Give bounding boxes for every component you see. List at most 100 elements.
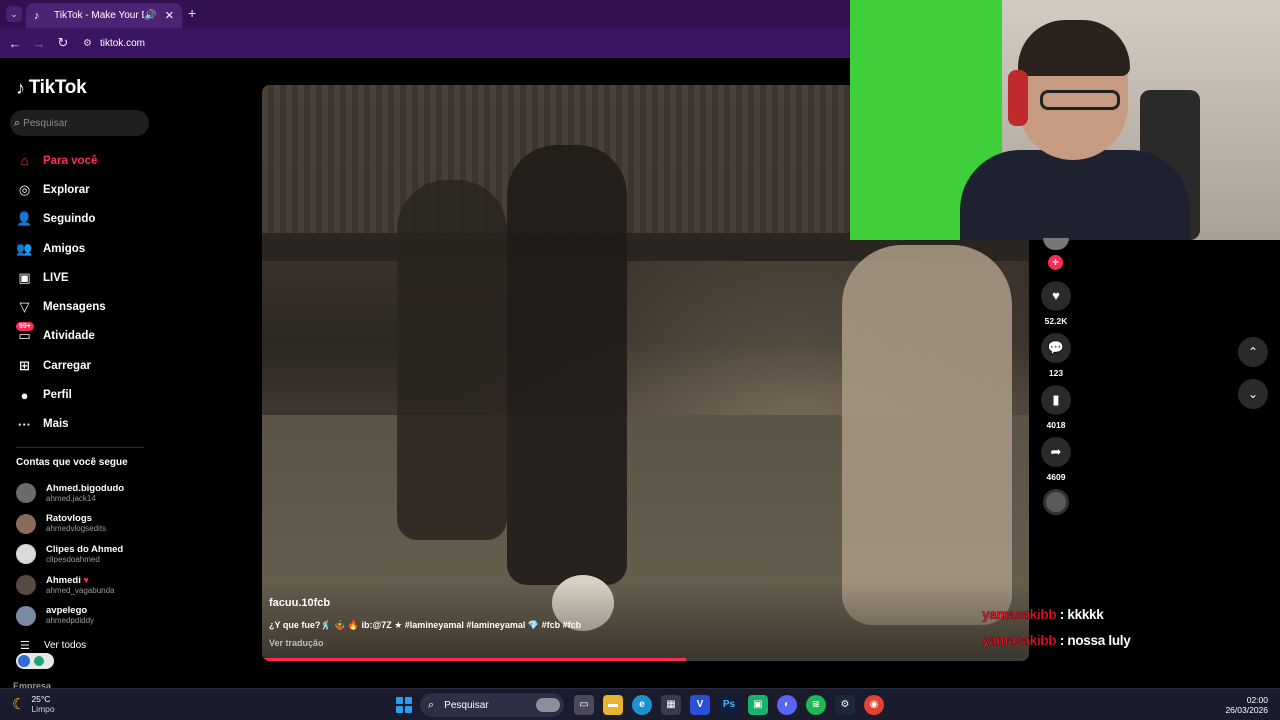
windows-taskbar: ☾ 25°C Limpo ⌕ Pesquisar ▭ ▬ e ▦ V Ps ▣ … (0, 688, 1280, 720)
menu-item-para-voce[interactable]: ⌂ Para você (16, 146, 156, 175)
forward-icon[interactable]: → (27, 36, 51, 51)
windows-start-icon[interactable] (396, 697, 412, 713)
menu-item-perfil[interactable]: ● Perfil (16, 380, 156, 409)
more-icon: ··· (18, 416, 31, 432)
see-all-link[interactable]: ☰ Ver todos (20, 639, 86, 652)
previous-video-icon[interactable]: ⌃ (1238, 337, 1268, 367)
video-author[interactable]: facuu.10fcb (269, 597, 330, 609)
sidebar-divider (16, 447, 144, 448)
menu-label: Perfil (43, 389, 72, 402)
creator-avatar[interactable] (1043, 238, 1069, 250)
extension-pill[interactable] (16, 653, 54, 669)
follow-plus-icon[interactable]: + (1048, 255, 1063, 270)
spotify-icon[interactable]: ≋ (806, 695, 826, 715)
avatar (16, 513, 36, 534)
menu-label: Para você (43, 154, 98, 167)
menu-item-explorar[interactable]: ◎ Explorar (16, 175, 156, 204)
account-item[interactable]: Ratovlogs ahmedvlogsedits (16, 509, 156, 540)
following-header: Contas que você segue (16, 457, 128, 468)
chrome-icon[interactable]: ◉ (864, 695, 884, 715)
main-menu: ⌂ Para você ◎ Explorar 👤 Seguindo 👥 Amigos ▣… (16, 146, 156, 439)
chat-message: : kkkkk (1059, 607, 1104, 622)
video-player-figure (397, 180, 507, 540)
weather-widget[interactable]: ☾ 25°C Limpo (12, 694, 55, 714)
streamer-body (960, 150, 1190, 240)
account-item[interactable]: avpelego ahmedpdiddy (16, 600, 156, 631)
chat-message: : nossa luly (1059, 633, 1131, 648)
glasses (1040, 90, 1120, 110)
translate-link[interactable]: Ver tradução (269, 638, 324, 648)
headphones-icon (1008, 70, 1028, 126)
tab-close-icon[interactable]: ✕ (165, 9, 174, 22)
steam-icon[interactable]: ⚙ (835, 695, 855, 715)
account-item[interactable]: Clipes do Ahmed clipesdoahmed (16, 539, 156, 570)
menu-item-amigos[interactable]: 👥 Amigos (16, 234, 156, 263)
site-info-icon[interactable]: ⚙ (83, 38, 92, 49)
tiktok-favicon-icon: ♪ (34, 9, 40, 22)
video-caption: ¿Y que fue?🕺 🤹 🔥 ib:@7Z ★ #lamineyamal #… (269, 620, 582, 630)
edge-icon[interactable]: e (632, 695, 652, 715)
next-video-icon[interactable]: ⌄ (1238, 379, 1268, 409)
heart-icon[interactable]: ♥ (1041, 281, 1071, 311)
video-player-figure (507, 145, 627, 585)
following-list: Ahmed.bigodudo ahmed.jack14 Ratovlogs ahme… (16, 478, 156, 631)
browser-toolbar: ← → ↻ ⚙ tiktok.com (0, 28, 850, 58)
comment-action[interactable]: 💬 123 (1041, 333, 1071, 378)
chat-username: yamasakibb (982, 633, 1057, 648)
account-handle: ahmedpdiddy (46, 616, 95, 626)
store-icon[interactable]: ▦ (661, 695, 681, 715)
save-action[interactable]: ▮ 4018 (1041, 385, 1071, 430)
avatar (16, 544, 36, 565)
menu-item-carregar[interactable]: ⊞ Carregar (16, 351, 156, 380)
back-icon[interactable]: ← (3, 36, 27, 51)
video-progress-bar[interactable] (262, 658, 1029, 661)
new-tab-icon[interactable]: + (188, 5, 196, 21)
taskbar-search[interactable]: ⌕ Pesquisar (420, 693, 564, 717)
live-icon: ▣ (18, 269, 31, 285)
file-explorer-icon[interactable]: ▬ (603, 695, 623, 715)
account-handle: ahmedvlogsedits (46, 524, 107, 534)
taskbar-apps: ▭ ▬ e ▦ V Ps ▣ ◐ ≋ ⚙ ◉ (574, 695, 893, 715)
clock-time: 02:00 (1246, 695, 1268, 705)
account-name: avpelego (46, 605, 88, 617)
menu-item-live[interactable]: ▣ LIVE (16, 263, 156, 292)
share-icon[interactable]: ➦ (1041, 437, 1071, 467)
reload-icon[interactable]: ↻ (51, 35, 75, 51)
search-input[interactable]: ⌕ Pesquisar (10, 110, 149, 136)
system-clock[interactable]: 02:00 26/03/2026 (1222, 695, 1268, 715)
video-progress-fill (262, 658, 687, 661)
home-icon: ⌂ (20, 153, 29, 169)
video-player-figure (842, 245, 1012, 625)
v-app-icon[interactable]: V (690, 695, 710, 715)
menu-item-mais[interactable]: ··· Mais (16, 410, 156, 439)
search-icon: ⌕ (428, 698, 435, 711)
tab-search-dropdown-icon[interactable]: ⌄ (6, 6, 22, 22)
tab-title: TikTok - Make Your Day (54, 10, 144, 21)
task-view-icon[interactable]: ▭ (574, 695, 594, 715)
moon-icon: ☾ (12, 696, 26, 713)
green-app-icon[interactable]: ▣ (748, 695, 768, 715)
list-icon: ☰ (20, 640, 30, 652)
bookmark-icon[interactable]: ▮ (1041, 385, 1071, 415)
account-item[interactable]: Ahmedi ♥ ahmed_vagabunda (16, 570, 156, 601)
account-name: Ratovlogs (46, 513, 92, 525)
like-action[interactable]: ♥ 52.2K (1041, 281, 1071, 326)
music-disc-icon[interactable] (1043, 489, 1069, 515)
share-action[interactable]: ➦ 4609 (1041, 437, 1071, 482)
comment-icon[interactable]: 💬 (1041, 333, 1071, 363)
account-item[interactable]: Ahmed.bigodudo ahmed.jack14 (16, 478, 156, 509)
address-bar[interactable]: ⚙ tiktok.com (83, 38, 145, 49)
menu-item-mensagens[interactable]: ▽ Mensagens (16, 292, 156, 321)
weather-temp: 25°C (31, 694, 51, 704)
photoshop-icon[interactable]: Ps (719, 695, 739, 715)
menu-label: Carregar (43, 359, 91, 372)
menu-label: Seguindo (43, 213, 96, 226)
menu-item-seguindo[interactable]: 👤 Seguindo (16, 205, 156, 234)
menu-label: Explorar (43, 183, 90, 196)
browser-tab[interactable]: ♪ TikTok - Make Your Day 🔊 ✕ (26, 3, 182, 28)
tab-audio-icon[interactable]: 🔊 (144, 10, 156, 21)
account-name: Clipes do Ahmed (46, 543, 124, 555)
tiktok-logo[interactable]: ♪ TikTok (16, 77, 87, 99)
discord-icon[interactable]: ◐ (777, 695, 797, 715)
menu-item-atividade[interactable]: ▭ 99+ Atividade (16, 321, 156, 351)
